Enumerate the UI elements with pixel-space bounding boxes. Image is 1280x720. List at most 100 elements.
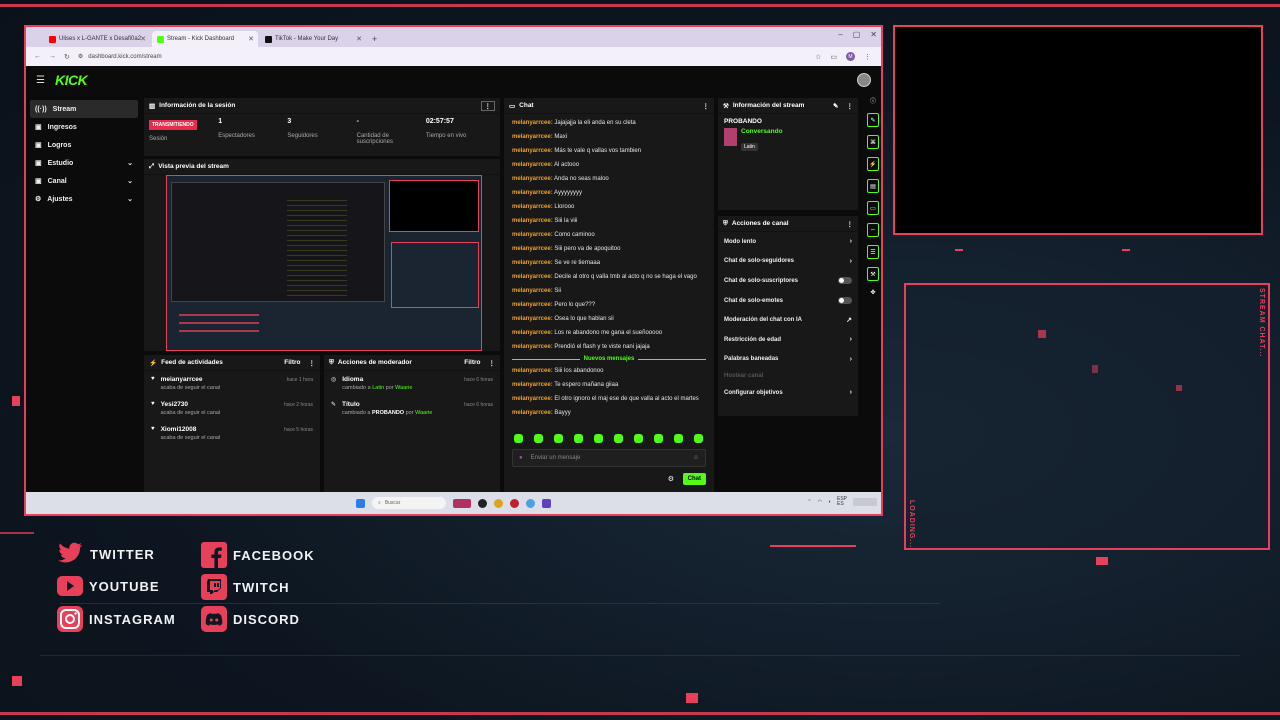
tab-youtube[interactable]: Ulises x L-GANTE x Desafi0a2 ✕ [44,31,150,47]
sidebar-item-canal[interactable]: ▣ Canal ⌄ [30,172,138,190]
chat-username[interactable]: melanyarrcee: [512,410,553,416]
app-icon[interactable] [510,498,519,508]
close-window-icon[interactable]: ✕ [870,30,877,39]
feed-user[interactable]: Yesi2730 [161,401,221,408]
emote-icon[interactable] [514,434,523,443]
app-icon[interactable] [526,498,535,508]
emote-icon[interactable] [594,434,603,443]
chat-username[interactable]: melanyarrcee: [512,162,553,168]
volume-icon[interactable]: ◖ [828,499,831,505]
channel-action-banned-words[interactable]: Palabras baneadas › [718,350,858,370]
new-tab-button[interactable]: + [372,34,377,44]
mic-icon[interactable]: ● [519,455,523,461]
pencil-icon[interactable]: ✎ [867,113,879,127]
chat-username[interactable]: melanyarrcee: [512,246,553,252]
filter-button[interactable]: Filtro [284,359,300,366]
emote-icon[interactable] [534,434,543,443]
channel-action-goals[interactable]: Configurar objetivos › [718,383,858,403]
tray-up-icon[interactable]: ⌃ [807,499,811,505]
chat-messages[interactable]: melanyarrcee: Jajajajja la eli anda en s… [504,114,714,430]
close-icon[interactable]: ✕ [248,35,254,43]
chat-settings-icon[interactable]: ⚙ [668,475,674,483]
hamburger-icon[interactable]: ☰ [36,75,45,86]
chat-username[interactable]: melanyarrcee: [512,232,553,238]
chat-username[interactable]: melanyarrcee: [512,218,553,224]
windows-start-icon[interactable] [356,498,365,508]
tab-kick[interactable]: Stream - Kick Dashboard ✕ [152,31,258,47]
app-icon[interactable] [453,498,471,508]
chat-username[interactable]: melanyarrcee: [512,176,553,182]
chat-username[interactable]: melanyarrcee: [512,288,553,294]
sidebar-item-ajustes[interactable]: ⚙ Ajustes ⌄ [30,190,138,208]
chat-icon[interactable]: ▭ [867,201,879,215]
wrench-icon[interactable]: ⚒ [867,267,879,281]
subs-only-toggle[interactable] [838,277,852,285]
mod-action-user[interactable]: Waarie [415,410,432,416]
chat-username[interactable]: melanyarrcee: [512,330,553,336]
sidebar-item-ingresos[interactable]: ▣ Ingresos [30,118,138,136]
tool-icon[interactable]: ▤ [867,179,879,193]
channel-action-followers-only[interactable]: Chat de solo-seguidores › [718,252,858,272]
emote-icon[interactable] [574,434,583,443]
sidebar-item-estudio[interactable]: ▣ Estudio ⌄ [30,154,138,172]
emote-icon[interactable] [634,434,643,443]
emote-icon[interactable] [554,434,563,443]
more-icon[interactable]: ⋮ [489,359,496,367]
close-icon[interactable]: ✕ [356,35,362,43]
chat-username[interactable]: melanyarrcee: [512,260,553,266]
emotes-only-toggle[interactable] [838,297,852,305]
tool-icon[interactable]: ⌘ [867,135,879,149]
emote-icon[interactable] [694,434,703,443]
chrome-icon[interactable] [494,498,503,508]
filter-button[interactable]: Filtro [464,359,480,366]
chat-username[interactable]: melanyarrcee: [512,396,553,402]
emote-icon[interactable] [674,434,683,443]
channel-action-ai-moderation[interactable]: Moderación del chat con IA ↗ [718,310,858,330]
chat-input[interactable]: ● Enviar un mensaje ☺ [512,449,706,467]
maximize-icon[interactable]: ▢ [853,30,861,39]
chat-username[interactable]: melanyarrcee: [512,316,553,322]
avatar[interactable] [857,73,871,87]
clock[interactable] [853,498,877,506]
app-icon[interactable] [542,498,551,508]
more-icon[interactable]: ⋮ [309,359,316,367]
site-info-icon[interactable]: ⚙ [78,53,83,60]
chat-username[interactable]: melanyarrcee: [512,274,553,280]
more-icon[interactable]: ⋮ [847,102,854,110]
chat-username[interactable]: melanyarrcee: [512,148,553,154]
tag-badge[interactable]: Latin [741,143,758,151]
star-icon[interactable]: ☆ [815,53,821,61]
chat-username[interactable]: melanyarrcee: [512,368,553,374]
tool-icon[interactable]: ⇔ [867,223,879,237]
info-icon[interactable]: ⓘ [870,96,876,105]
feed-user[interactable]: meianyarrcee [161,376,221,383]
tab-tiktok[interactable]: TikTok - Make Your Day ✕ [260,31,366,47]
wifi-icon[interactable]: ◠ [818,499,822,505]
taskbar-search[interactable]: ⌕ Buscar [372,497,446,509]
back-icon[interactable]: ← [34,53,41,60]
feed-user[interactable]: Xiomi12008 [161,426,221,433]
pencil-icon[interactable]: ✎ [833,102,838,110]
chat-username[interactable]: melanyarrcee: [512,344,553,350]
app-icon[interactable] [478,498,487,508]
chat-username[interactable]: melanyarrcee: [512,302,553,308]
emoji-icon[interactable]: ☺ [693,455,699,461]
sidebar-item-logros[interactable]: ▣ Logros [30,136,138,154]
tool-icon[interactable]: ☰ [867,245,879,259]
plugin-icon[interactable]: ✤ [870,289,875,296]
forward-icon[interactable]: → [49,53,56,60]
language-indicator[interactable]: ESP ES [837,497,847,507]
emote-icon[interactable] [614,434,623,443]
more-icon[interactable]: ⋮ [703,102,710,110]
channel-action-age-restriction[interactable]: Restricción de edad › [718,330,858,350]
sidebar-item-stream[interactable]: ((·)) Stream [30,100,138,118]
chat-username[interactable]: melanyarrcee: [512,120,553,126]
bolt-icon[interactable]: ⚡ [867,157,879,171]
chat-username[interactable]: melanyarrcee: [512,204,553,210]
more-icon[interactable]: ⋮ [847,220,854,228]
category-name[interactable]: Conversando [741,128,783,135]
stream-preview[interactable] [166,175,482,351]
minimize-icon[interactable]: – [838,30,842,39]
reload-icon[interactable]: ↻ [64,53,70,61]
close-icon[interactable]: ✕ [140,35,146,43]
